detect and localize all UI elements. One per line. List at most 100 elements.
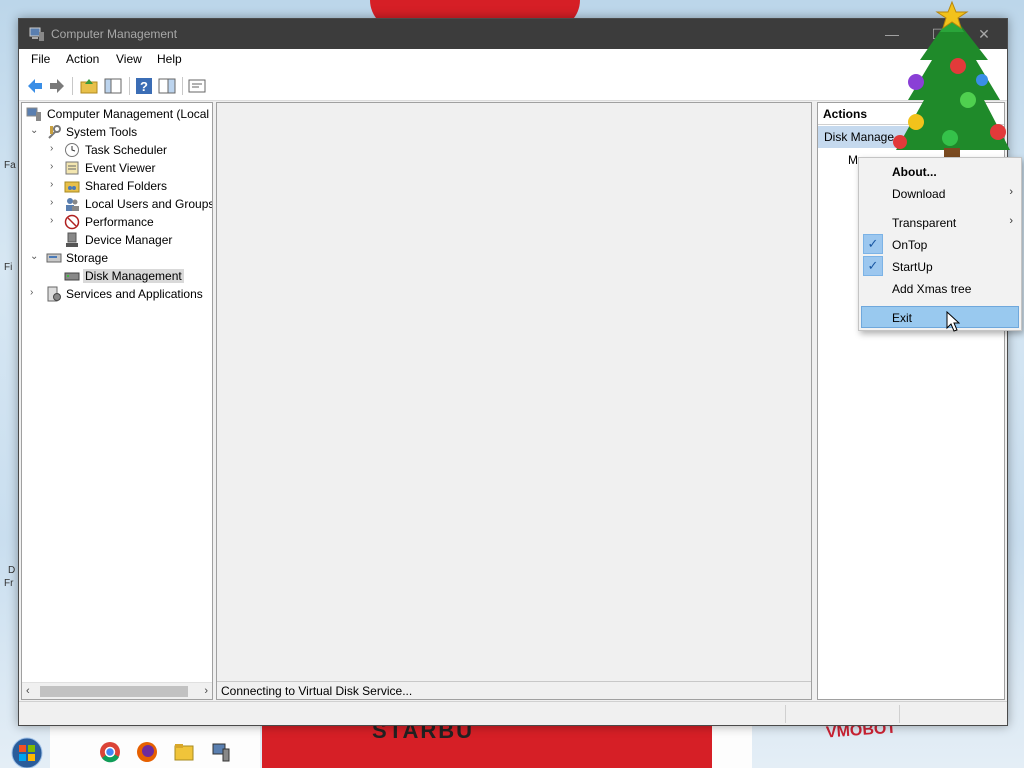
desktop-label[interactable]: Fa xyxy=(4,160,16,171)
services-icon xyxy=(47,286,61,302)
computer-management-icon xyxy=(26,107,41,121)
chevron-right-icon[interactable]: › xyxy=(50,143,60,155)
toolbar: ? xyxy=(19,71,1007,101)
chrome-icon[interactable] xyxy=(99,741,121,763)
menu-item-label: Exit xyxy=(892,311,913,325)
back-arrow-icon[interactable] xyxy=(25,76,45,96)
chevron-right-icon[interactable]: › xyxy=(50,215,60,227)
firefox-icon[interactable] xyxy=(136,741,158,763)
tree-item-device-manager[interactable]: Device Manager xyxy=(26,231,212,249)
desktop-label[interactable]: Fi xyxy=(4,262,12,273)
desktop-label[interactable]: D xyxy=(8,565,15,576)
tree-label: Services and Applications xyxy=(66,287,203,301)
menu-item-label: Add Xmas tree xyxy=(892,282,972,296)
tools-icon xyxy=(48,125,61,139)
help-icon[interactable]: ? xyxy=(134,76,154,96)
up-folder-icon[interactable] xyxy=(79,76,99,96)
properties-icon[interactable] xyxy=(187,76,207,96)
tray-context-menu: About... Download › Transparent › ✓ OnTo… xyxy=(858,157,1022,331)
menu-item-label: Transparent xyxy=(892,216,957,230)
checkmark-icon: ✓ xyxy=(863,256,883,276)
menu-item-label: StartUp xyxy=(892,260,933,274)
disk-management-icon xyxy=(64,272,80,281)
file-explorer-icon[interactable] xyxy=(173,741,195,763)
performance-icon xyxy=(64,214,80,230)
device-manager-icon xyxy=(66,232,78,247)
chevron-down-icon[interactable]: ⌄ xyxy=(30,251,40,263)
tree-item-disk-management[interactable]: Disk Management xyxy=(26,267,212,285)
clock-icon xyxy=(65,143,79,157)
computer-management-taskbar-icon[interactable] xyxy=(210,741,232,763)
computer-management-window: Computer Management — ☐ ✕ File Action Vi… xyxy=(18,18,1008,726)
menu-bar: File Action View Help xyxy=(19,49,1007,71)
toolbar-separator xyxy=(182,77,183,95)
menu-item-transparent[interactable]: Transparent › xyxy=(861,211,1019,233)
scrollbar-thumb[interactable] xyxy=(40,686,188,697)
status-cell xyxy=(785,705,786,723)
menu-help[interactable]: Help xyxy=(157,52,182,66)
chevron-right-icon[interactable]: › xyxy=(50,197,60,209)
chevron-right-icon[interactable]: › xyxy=(30,287,40,299)
tree-item-performance[interactable]: › Performance xyxy=(26,213,212,231)
actions-more-link[interactable]: M xyxy=(848,153,858,167)
scroll-right-icon[interactable]: › xyxy=(204,685,208,697)
users-icon xyxy=(66,198,79,211)
xmas-tree-icon[interactable] xyxy=(890,0,1024,158)
storage-icon xyxy=(46,253,62,263)
computer-management-icon xyxy=(29,27,44,41)
tree-label: Disk Management xyxy=(83,269,184,283)
actions-title: Actions xyxy=(823,107,868,121)
tree-item-task-scheduler[interactable]: › Task Scheduler xyxy=(26,141,212,159)
menu-item-about[interactable]: About... xyxy=(861,160,1019,182)
submenu-arrow-icon: › xyxy=(1009,215,1013,227)
tree-item-event-viewer[interactable]: › Event Viewer xyxy=(26,159,212,177)
menu-item-label: Download xyxy=(892,187,946,201)
console-tree: Computer Management (Local ⌄ System Tool… xyxy=(21,102,213,700)
shared-folder-icon xyxy=(64,181,80,193)
status-cell xyxy=(899,705,900,723)
taskbar xyxy=(0,734,1024,768)
tree-item-system-tools[interactable]: ⌄ System Tools xyxy=(26,123,212,141)
menu-item-ontop[interactable]: ✓ OnTop xyxy=(861,233,1019,255)
tree-label: Computer Management (Local xyxy=(47,107,210,121)
tree-label: Performance xyxy=(85,215,154,229)
start-orb-icon[interactable] xyxy=(10,736,44,768)
status-text: Connecting to Virtual Disk Service... xyxy=(221,684,413,698)
toolbar-separator xyxy=(72,77,73,95)
tree-item-services[interactable]: › Services and Applications xyxy=(26,285,212,303)
tree-item-root[interactable]: Computer Management (Local xyxy=(26,105,212,123)
actions-group-label: Disk Manage xyxy=(824,130,895,144)
scroll-left-icon[interactable]: ‹ xyxy=(26,685,30,697)
tree-label: Task Scheduler xyxy=(85,143,168,157)
menu-item-label: About... xyxy=(892,165,937,179)
submenu-arrow-icon: › xyxy=(1009,186,1013,198)
menu-item-download[interactable]: Download › xyxy=(861,182,1019,204)
svg-text:?: ? xyxy=(140,79,148,94)
tree-label: Shared Folders xyxy=(85,179,168,193)
tree-label: System Tools xyxy=(66,125,138,139)
tree-label: Device Manager xyxy=(85,233,173,247)
show-hide-tree-icon[interactable] xyxy=(103,76,123,96)
desktop-label[interactable]: Fr xyxy=(4,578,13,589)
chevron-right-icon[interactable]: › xyxy=(50,161,60,173)
menu-file[interactable]: File xyxy=(31,52,50,66)
forward-arrow-icon[interactable] xyxy=(47,76,67,96)
tree-item-local-users[interactable]: › Local Users and Groups xyxy=(26,195,213,213)
title-bar[interactable]: Computer Management — ☐ ✕ xyxy=(19,19,1007,49)
menu-view[interactable]: View xyxy=(116,52,142,66)
menu-action[interactable]: Action xyxy=(66,52,99,66)
tree-label: Local Users and Groups xyxy=(85,197,213,211)
tree-label: Event Viewer xyxy=(85,161,156,175)
menu-item-add-xmas-tree[interactable]: Add Xmas tree xyxy=(861,277,1019,299)
chevron-right-icon[interactable]: › xyxy=(50,179,60,191)
chevron-down-icon[interactable]: ⌄ xyxy=(30,125,40,137)
menu-item-label: OnTop xyxy=(892,238,928,252)
tree-item-storage[interactable]: ⌄ Storage xyxy=(26,249,212,267)
tree-item-shared-folders[interactable]: › Shared Folders xyxy=(26,177,212,195)
toolbar-separator xyxy=(129,77,130,95)
horizontal-scrollbar[interactable]: ‹ › xyxy=(22,682,212,699)
console-tree-icon[interactable] xyxy=(157,76,177,96)
menu-item-exit[interactable]: Exit xyxy=(861,306,1019,328)
tree-label: Storage xyxy=(66,251,109,265)
menu-item-startup[interactable]: ✓ StartUp xyxy=(861,255,1019,277)
